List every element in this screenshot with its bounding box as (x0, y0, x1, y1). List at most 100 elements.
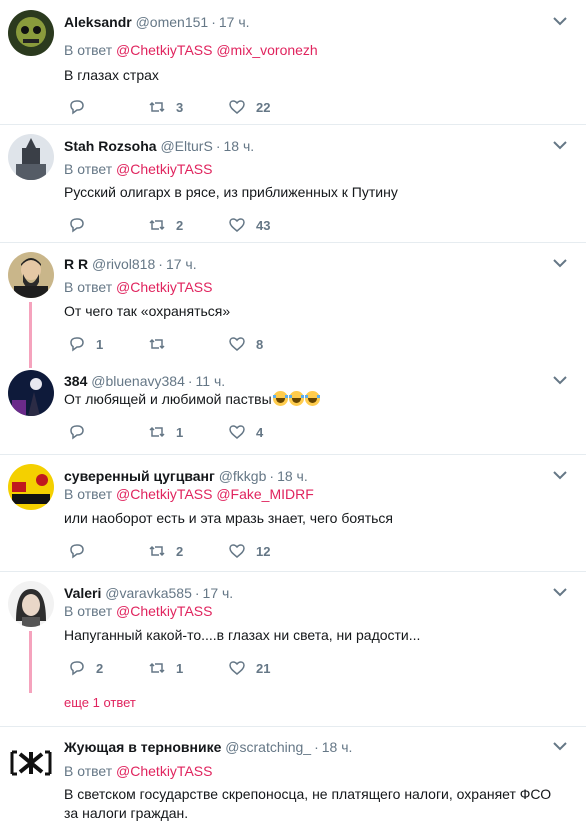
display-name[interactable]: Valeri (64, 585, 101, 601)
tweet[interactable]: Aleksandr @omen151 · 17 ч. В ответ @Chetki… (0, 0, 586, 125)
retweet-icon (149, 662, 165, 674)
username[interactable]: @scratching_ (225, 739, 311, 755)
avatar[interactable] (8, 464, 54, 510)
reply-icon (70, 337, 84, 352)
reply-button[interactable] (68, 215, 96, 235)
chevron-down-icon[interactable] (552, 140, 568, 150)
tweet-text: От чего так «охраняться» (64, 303, 231, 319)
retweet-button[interactable]: 2 (148, 541, 183, 561)
username[interactable]: @ElturS (160, 138, 212, 154)
timestamp[interactable]: 18 ч. (322, 739, 353, 755)
reply-button[interactable] (68, 422, 96, 442)
tweet[interactable]: суверенный цугцванг @fkkgb · 18 ч. В ответ… (0, 454, 586, 572)
display-name[interactable]: Stah Rozsoha (64, 138, 157, 154)
chevron-down-icon[interactable] (552, 16, 568, 26)
chevron-down-icon[interactable] (552, 258, 568, 268)
avatar[interactable] (8, 370, 54, 416)
like-button[interactable]: 22 (228, 97, 270, 117)
tweet-text: Напуганный какой-то....в глазах ни света… (64, 627, 421, 643)
like-count: 12 (256, 543, 271, 559)
avatar[interactable] (8, 740, 54, 786)
tweet-text: или наоборот есть и эта мразь знает, чег… (64, 510, 393, 526)
like-count: 21 (256, 660, 271, 676)
retweet-count: 1 (176, 660, 184, 676)
like-count: 22 (256, 99, 271, 115)
timestamp[interactable]: 17 ч. (219, 14, 250, 30)
retweet-count: 3 (176, 99, 184, 115)
chevron-down-icon[interactable] (552, 375, 568, 385)
mention-link[interactable]: @ChetkiyTASS (116, 42, 212, 58)
tweet[interactable]: Stah Rozsoha @ElturS · 18 ч. В ответ @Chet… (0, 124, 586, 243)
retweet-icon (149, 101, 165, 113)
heart-icon (229, 218, 245, 232)
heart-icon (229, 425, 245, 439)
retweet-icon (149, 338, 165, 350)
reply-button[interactable] (68, 97, 96, 117)
username[interactable]: @omen151 (136, 14, 209, 30)
like-button[interactable]: 21 (228, 658, 270, 678)
reply-button[interactable]: 1 (68, 334, 103, 354)
separator-dot: · (269, 468, 275, 484)
like-count: 43 (256, 217, 271, 233)
reply-count: 1 (96, 336, 104, 352)
show-more-replies-link[interactable]: еще 1 ответ (64, 695, 136, 710)
chevron-down-icon[interactable] (552, 587, 568, 597)
tweet[interactable]: Valeri @varavka585 · 17 ч. В ответ @Chetki… (0, 571, 586, 727)
retweet-button[interactable]: 1 (148, 422, 183, 442)
separator-dot: · (211, 14, 216, 30)
retweet-count: 2 (176, 543, 184, 559)
tweet[interactable]: 384 @bluenavy384 · 11 ч. От любящей и люби… (0, 366, 586, 455)
timestamp[interactable]: 18 ч. (223, 138, 254, 154)
replying-to: В ответ @ChetkiyTASS (64, 279, 213, 295)
username[interactable]: @varavka585 (105, 585, 192, 601)
retweet-button[interactable]: 2 (148, 215, 183, 235)
separator-dot: · (314, 739, 319, 755)
retweet-button[interactable] (148, 334, 176, 354)
tweet-text: В светском государстве скрепоносца, не п… (64, 786, 552, 821)
mention-link[interactable]: @Fake_MIDRF (216, 486, 313, 502)
replying-to: В ответ @ChetkiyTASS (64, 603, 213, 619)
tears-of-joy-emoji (272, 391, 288, 406)
reply-button[interactable]: 2 (68, 658, 103, 678)
heart-icon (229, 661, 245, 675)
timestamp[interactable]: 11 ч. (196, 373, 226, 389)
mention-link[interactable]: @mix_voronezh (216, 42, 317, 58)
mention-link[interactable]: @ChetkiyTASS (116, 486, 212, 502)
tweet[interactable]: R R @rivol818 · 17 ч. В ответ @ChetkiyTASS… (0, 242, 586, 368)
tweet[interactable]: Жующая в терновнике @scratching_ · 18 ч. В… (0, 726, 586, 823)
timestamp[interactable]: 18 ч. (277, 468, 308, 484)
retweet-button[interactable]: 3 (148, 97, 183, 117)
reply-icon (70, 218, 84, 233)
retweet-count: 1 (176, 424, 184, 440)
mention-link[interactable]: @ChetkiyTASS (116, 279, 212, 295)
like-button[interactable]: 8 (228, 334, 263, 354)
avatar[interactable] (8, 10, 54, 56)
retweet-button[interactable]: 1 (148, 658, 183, 678)
display-name[interactable]: 384 (64, 373, 87, 389)
like-button[interactable]: 43 (228, 215, 270, 235)
like-button[interactable]: 12 (228, 541, 270, 561)
replying-to: В ответ @ChetkiyTASS @mix_voronezh (64, 42, 318, 58)
username[interactable]: @fkkgb (219, 468, 267, 484)
reply-button[interactable] (68, 541, 96, 561)
timestamp[interactable]: 17 ч. (166, 256, 197, 272)
avatar[interactable] (8, 134, 54, 180)
display-name[interactable]: суверенный цугцванг (64, 468, 215, 484)
username[interactable]: @rivol818 (92, 256, 155, 272)
timestamp[interactable]: 17 ч. (203, 585, 234, 601)
like-button[interactable]: 4 (228, 422, 263, 442)
mention-link[interactable]: @ChetkiyTASS (116, 763, 212, 779)
reply-icon (70, 661, 84, 676)
username[interactable]: @bluenavy384 (91, 373, 185, 389)
display-name[interactable]: R R (64, 256, 88, 272)
reply-icon (70, 100, 84, 115)
avatar[interactable] (8, 581, 54, 627)
display-name[interactable]: Жующая в терновнике (64, 739, 221, 755)
chevron-down-icon[interactable] (552, 470, 568, 480)
mention-link[interactable]: @ChetkiyTASS (116, 161, 212, 177)
avatar[interactable] (8, 252, 54, 298)
mention-link[interactable]: @ChetkiyTASS (116, 603, 212, 619)
chevron-down-icon[interactable] (552, 741, 568, 751)
display-name[interactable]: Aleksandr (64, 14, 132, 30)
tweet-text: Русский олигарх в рясе, из приближенных … (64, 184, 398, 200)
